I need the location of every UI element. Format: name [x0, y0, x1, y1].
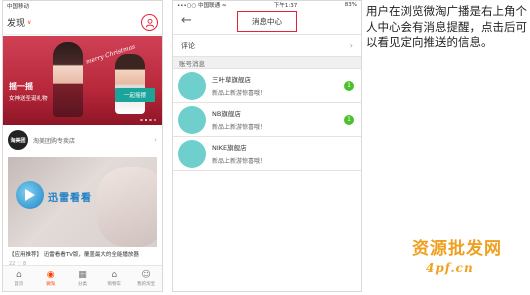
message-preview: 新品上新游惊喜哦！ — [212, 124, 267, 131]
sender-name: NB旗舰店 — [212, 110, 241, 118]
carrier-label: 中国移动 — [7, 4, 30, 10]
tab-label: 我的淘宝 — [137, 282, 156, 287]
promo-banner[interactable]: merry Christmas 摇一摇 女神送圣诞礼物 一起摇摆 — [3, 36, 162, 125]
page-title: 消息中心 — [237, 11, 297, 32]
description-text: 用户在浏览微淘广播是右上角个人中心会有消息提醒，点击后可以看见定向推送的信息。 — [366, 4, 527, 49]
video-title: 迅雷看看 — [48, 193, 92, 204]
carrier-label: •••○○ 中国联通 ≈ — [177, 3, 227, 9]
play-icon — [16, 181, 44, 209]
message-center-header: ← 消息中心 — [173, 9, 361, 35]
tab-cart[interactable]: ⌂ 购物车 — [98, 266, 130, 291]
unread-badge: 1 — [344, 114, 354, 125]
banner-headline: 摇一摇 — [9, 82, 33, 91]
tab-label: 分类 — [77, 282, 87, 287]
sender-name: 三叶草旗舰店 — [212, 76, 251, 84]
message-body: 三叶草旗舰店 新品上新游惊喜哦！ — [212, 74, 338, 97]
tab-label: 微淘 — [46, 282, 56, 287]
tab-weitao[interactable]: ◉ 微淘 — [35, 266, 67, 291]
carousel-dot[interactable] — [140, 118, 143, 121]
banner-text: 摇一摇 女神送圣诞礼物 — [9, 81, 48, 102]
banner-model-image-2 — [115, 54, 145, 114]
banner-model-image — [53, 42, 83, 117]
store-row[interactable]: 淘美团 淘美团购专卖店 › — [3, 129, 162, 151]
post-caption[interactable]: 【应用推荐】 迅雷看看TV版，覆盖最大的全能播放器 — [3, 247, 162, 259]
cart-icon: ⌂ — [111, 270, 118, 280]
watermark-url: 4pf.cn — [426, 261, 474, 275]
back-arrow-icon[interactable]: ← — [181, 13, 192, 28]
banner-cta-button[interactable]: 一起摇摆 — [115, 88, 155, 102]
message-preview: 新品上新游惊喜哦！ — [212, 90, 267, 97]
sender-name: NIKE旗舰店 — [212, 144, 247, 152]
unread-badge: 1 — [344, 80, 354, 91]
tab-category[interactable]: ▦ 分类 — [67, 266, 99, 291]
discover-header: 发现 ∨ — [3, 11, 162, 35]
comments-label: 评论 — [181, 41, 195, 50]
watermark-title: 资源批发网 — [412, 239, 502, 259]
banner-subline: 女神送圣诞礼物 — [9, 96, 48, 102]
tab-home[interactable]: ⌂ 首页 — [3, 266, 35, 291]
store-name: 淘美团购专卖店 — [33, 137, 76, 145]
message-item[interactable]: NB旗舰店 新品上新游惊喜哦！ 1 — [173, 103, 361, 137]
broadcast-icon: ◉ — [46, 270, 55, 280]
discover-screen: 中国移动 发现 ∨ merry Christmas 摇一摇 女神送圣诞礼物 一起… — [2, 0, 163, 292]
tab-label: 首页 — [14, 282, 24, 287]
carousel-dot[interactable] — [149, 118, 152, 121]
chevron-down-icon: ∨ — [27, 19, 32, 26]
carousel-dots — [140, 118, 156, 121]
bottom-tab-bar: ⌂ 首页 ◉ 微淘 ▦ 分类 ⌂ 购物车 ☺ 我的淘宝 — [3, 265, 162, 291]
message-body: NIKE旗舰店 新品上新游惊喜哦！ — [212, 142, 356, 165]
message-item[interactable]: 三叶草旗舰店 新品上新游惊喜哦！ 1 — [173, 69, 361, 103]
chevron-right-icon: › — [154, 136, 157, 144]
time-label: 下午1:37 — [273, 3, 298, 9]
message-body: NB旗舰店 新品上新游惊喜哦！ — [212, 108, 338, 131]
avatar — [178, 105, 206, 134]
video-card[interactable]: 迅雷看看 — [8, 157, 157, 247]
tab-label: 购物车 — [107, 282, 122, 287]
watermark: 资源批发网 4pf.cn — [412, 234, 528, 275]
tab-mine[interactable]: ☺ 我的淘宝 — [130, 266, 162, 291]
message-item[interactable]: NIKE旗舰店 新品上新游惊喜哦！ — [173, 137, 361, 171]
user-center-button[interactable] — [141, 14, 158, 31]
message-preview: 新品上新游惊喜哦！ — [212, 158, 267, 165]
chevron-right-icon: › — [349, 41, 353, 50]
store-logo: 淘美团 — [8, 130, 28, 150]
carousel-dot[interactable] — [144, 118, 147, 121]
user-icon — [145, 18, 154, 27]
message-center-screen: •••○○ 中国联通 ≈ 下午1:37 83% ← 消息中心 评论 › 账号消息… — [172, 0, 362, 292]
status-bar: 中国移动 — [3, 1, 162, 11]
home-icon: ⌂ — [16, 270, 22, 280]
user-icon: ☺ — [141, 270, 151, 280]
avatar — [178, 139, 206, 168]
battery-label: 83% — [344, 2, 357, 8]
page-title-text: 发现 — [7, 19, 26, 29]
status-bar: •••○○ 中国联通 ≈ 下午1:37 83% — [173, 1, 361, 9]
video-background-image — [97, 167, 157, 247]
grid-icon: ▦ — [78, 270, 87, 280]
avatar — [178, 71, 206, 100]
comments-row[interactable]: 评论 › — [173, 35, 361, 57]
carousel-dot[interactable] — [153, 118, 156, 121]
section-header: 账号消息 — [173, 57, 361, 69]
page-title[interactable]: 发现 ∨ — [7, 16, 31, 29]
